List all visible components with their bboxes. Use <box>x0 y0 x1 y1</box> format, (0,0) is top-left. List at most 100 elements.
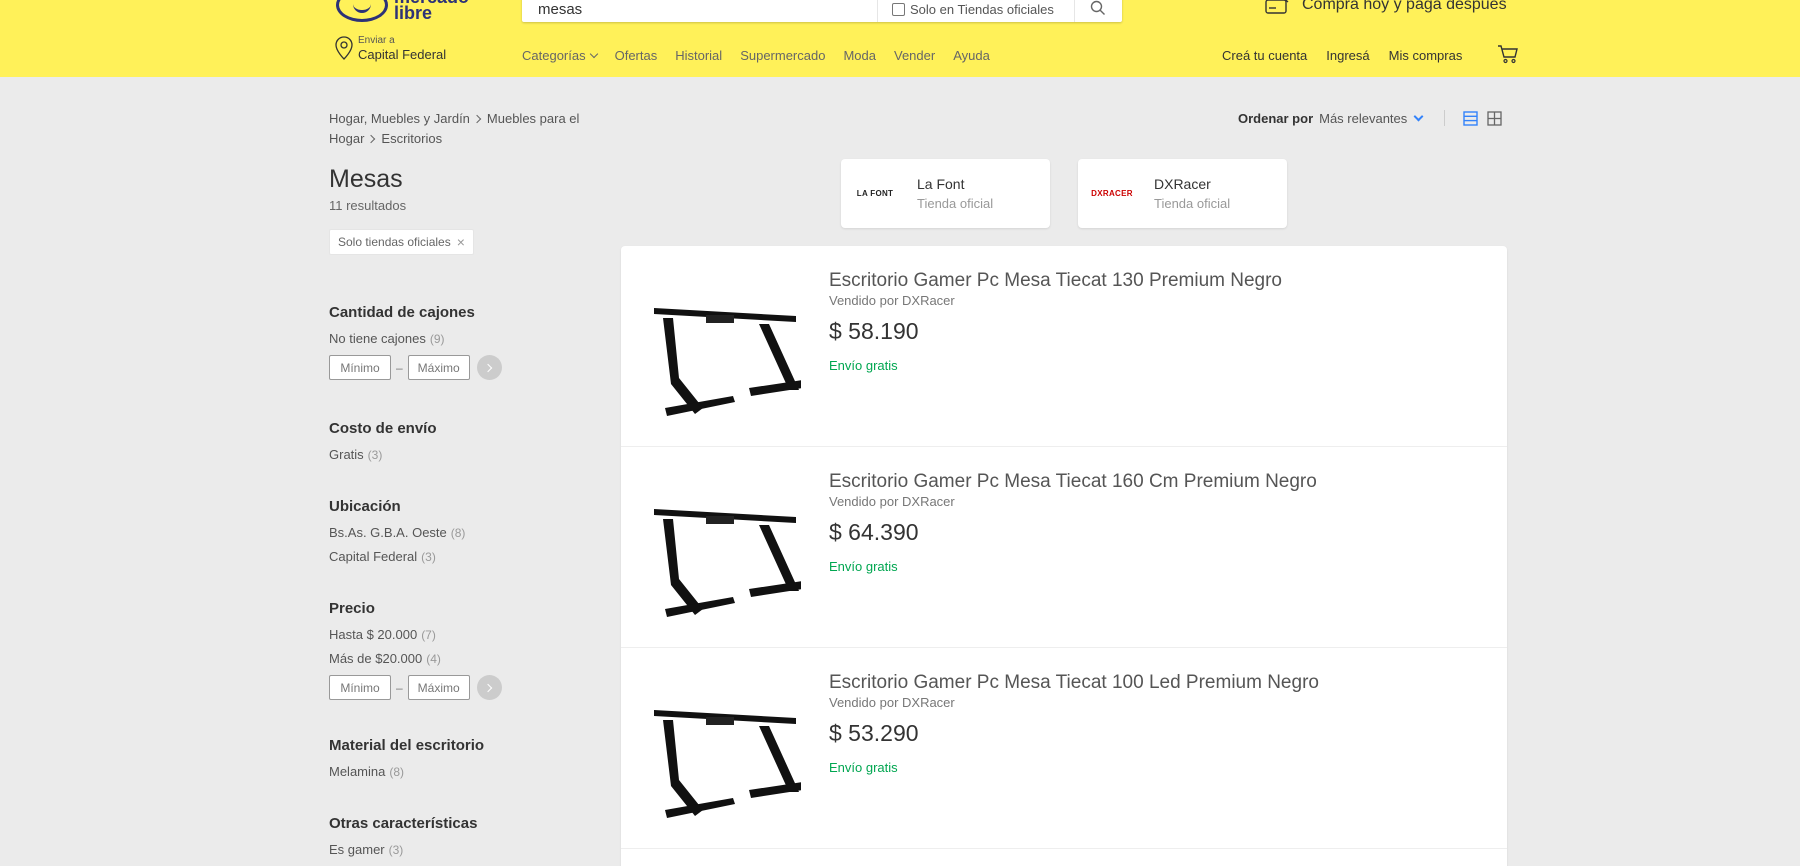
filter-title: Cantidad de cajones <box>329 304 475 321</box>
ship-to-location[interactable]: Enviar a Capital Federal <box>334 35 446 63</box>
filter-option-count: (3) <box>421 550 436 564</box>
breadcrumb-item[interactable]: Hogar <box>329 131 364 146</box>
cart-button[interactable] <box>1497 44 1519 69</box>
range-dash: – <box>396 680 403 695</box>
product-item[interactable]: Escritorio Gamer Pc Mesa Tiecat 100 Led … <box>621 648 1507 849</box>
product-price: $ 58.190 <box>829 318 919 344</box>
official-store-card[interactable]: LA FONT La Font Tienda oficial <box>841 159 1050 228</box>
nav-ofertas[interactable]: Ofertas <box>615 48 658 63</box>
store-logo: LA FONT <box>856 189 894 198</box>
filter-title: Material del escritorio <box>329 737 485 754</box>
search-button[interactable] <box>1074 0 1120 22</box>
filter-option-label: Bs.As. G.B.A. Oeste <box>329 525 447 540</box>
product-image[interactable] <box>651 473 801 623</box>
promo-banner[interactable]: Comprá hoy y pagá después <box>1264 0 1507 16</box>
free-shipping-label: Envío gratis <box>829 760 898 775</box>
location-pin-icon <box>335 36 353 60</box>
cart-icon <box>1498 45 1518 64</box>
my-purchases-link[interactable]: Mis compras <box>1389 48 1463 63</box>
search-input[interactable] <box>522 0 877 22</box>
product-item[interactable]: Escritorio Gamer Pc Mesa Tiecat 160 Cm P… <box>621 447 1507 648</box>
min-input[interactable]: Mínimo <box>329 675 391 700</box>
filter-precio: Precio Hasta $ 20.000 (7) Más de $20.000(… <box>329 600 589 700</box>
ship-to-location-text: Capital Federal <box>358 47 447 62</box>
filter-option-label: Capital Federal <box>329 549 418 564</box>
filter-otras-caracteristicas: Otras características Es gamer (3) <box>329 815 589 866</box>
free-shipping-label: Envío gratis <box>829 559 898 574</box>
product-image[interactable] <box>651 272 801 422</box>
filter-title: Costo de envío <box>329 420 437 437</box>
filter-option[interactable]: Bs.As. G.B.A. Oeste (8) <box>329 525 589 541</box>
product-item[interactable]: Escritorio Gamer Pc Mesa Tiecat 130 Prem… <box>621 246 1507 447</box>
nav-supermercado[interactable]: Supermercado <box>740 48 825 63</box>
chip-label: Solo tiendas oficiales <box>338 235 451 249</box>
create-account-link[interactable]: Creá tu cuenta <box>1222 48 1307 63</box>
sort-dropdown[interactable]: Más relevantes <box>1319 111 1407 126</box>
filter-option[interactable]: Más de $20.000 (4) <box>329 651 589 667</box>
header: mercado libre Solo en Tiendas oficiales … <box>0 0 1800 77</box>
nav-categorias[interactable]: Categorías <box>522 48 598 63</box>
official-stores-label: Solo en Tiendas oficiales <box>910 1 1054 17</box>
range-apply-button[interactable] <box>476 675 502 700</box>
filter-option-label: No tiene cajones <box>329 331 426 346</box>
filter-option-label: Melamina <box>329 764 386 779</box>
filter-option[interactable]: Capital Federal (3) <box>329 549 589 565</box>
filter-option-count: (3) <box>388 843 404 857</box>
breadcrumb-item[interactable]: Muebles para el <box>487 111 580 126</box>
ship-to-label: Enviar a <box>358 35 395 46</box>
chevron-down-icon[interactable] <box>1413 111 1424 121</box>
nav-ayuda[interactable]: Ayuda <box>953 48 990 63</box>
login-link[interactable]: Ingresá <box>1326 48 1369 63</box>
filter-option[interactable]: Gratis (3) <box>329 447 589 463</box>
filter-title: Ubicación <box>329 498 401 515</box>
filter-title: Precio <box>329 600 375 617</box>
breadcrumb-item[interactable]: Hogar, Muebles y Jardín <box>329 111 470 126</box>
chevron-down-icon <box>589 49 598 59</box>
sidebar-header: Mesas 11 resultados Solo tiendas oficial… <box>329 164 589 255</box>
chevron-right-icon <box>367 134 376 144</box>
range-filter: Mínimo – Máximo <box>329 355 589 380</box>
list-view-button[interactable] <box>1463 110 1478 126</box>
free-shipping-label: Envío gratis <box>829 358 898 373</box>
nav-historial[interactable]: Historial <box>675 48 722 63</box>
breadcrumb-item[interactable]: Escritorios <box>381 131 442 146</box>
official-store-card[interactable]: DXRACER DXRacer Tienda oficial <box>1078 159 1287 228</box>
filter-ubicacion: Ubicación Bs.As. G.B.A. Oeste (8) Capital… <box>329 498 589 573</box>
filter-cantidad-cajones: Cantidad de cajones No tiene cajones (9) … <box>329 304 589 380</box>
grid-view-icon <box>1487 110 1502 126</box>
nav-vender[interactable]: Vender <box>894 48 935 63</box>
range-apply-button[interactable] <box>476 355 502 380</box>
product-title[interactable]: Escritorio Gamer Pc Mesa Tiecat 130 Prem… <box>829 270 1282 292</box>
handshake-icon <box>336 0 388 22</box>
filter-option[interactable]: Es gamer (3) <box>329 842 589 858</box>
account-links: Creá tu cuenta Ingresá Mis compras <box>1222 48 1481 63</box>
max-input[interactable]: Máximo <box>407 355 470 380</box>
store-name: La Font <box>917 175 965 192</box>
page-title: Mesas <box>329 165 403 193</box>
mercadolibre-logo[interactable]: mercado libre <box>336 0 469 22</box>
filter-option-count: (3) <box>367 448 383 462</box>
nav-moda[interactable]: Moda <box>843 48 876 63</box>
min-input[interactable]: Mínimo <box>329 355 391 380</box>
results-count: 11 resultados <box>329 198 407 213</box>
grid-view-button[interactable] <box>1487 110 1502 126</box>
official-stores-checkbox[interactable]: Solo en Tiendas oficiales <box>877 0 1074 22</box>
filter-option-count: (9) <box>429 332 445 346</box>
filter-option-label: Más de $20.000 <box>329 651 423 666</box>
product-title[interactable]: Escritorio Gamer Pc Mesa Tiecat 160 Cm P… <box>829 471 1317 493</box>
close-icon[interactable]: × <box>457 235 465 249</box>
product-price: $ 53.290 <box>829 720 919 746</box>
product-image[interactable] <box>651 674 801 824</box>
filter-option[interactable]: Melamina (8) <box>329 764 589 780</box>
filter-material: Material del escritorio Melamina (8) <box>329 737 589 788</box>
promo-text: Comprá hoy y pagá después <box>1302 0 1507 13</box>
filter-option[interactable]: No tiene cajones (9) <box>329 331 589 347</box>
applied-filter-chip[interactable]: Solo tiendas oficiales × <box>329 229 474 255</box>
product-title[interactable]: Escritorio Gamer Pc Mesa Tiecat 100 Led … <box>829 672 1319 694</box>
product-price: $ 64.390 <box>829 519 919 545</box>
filter-option-label: Es gamer <box>329 842 385 857</box>
filter-option[interactable]: Hasta $ 20.000 (7) <box>329 627 589 643</box>
checkbox-icon <box>892 2 905 16</box>
search-bar: Solo en Tiendas oficiales <box>522 0 1122 22</box>
max-input[interactable]: Máximo <box>407 675 470 700</box>
